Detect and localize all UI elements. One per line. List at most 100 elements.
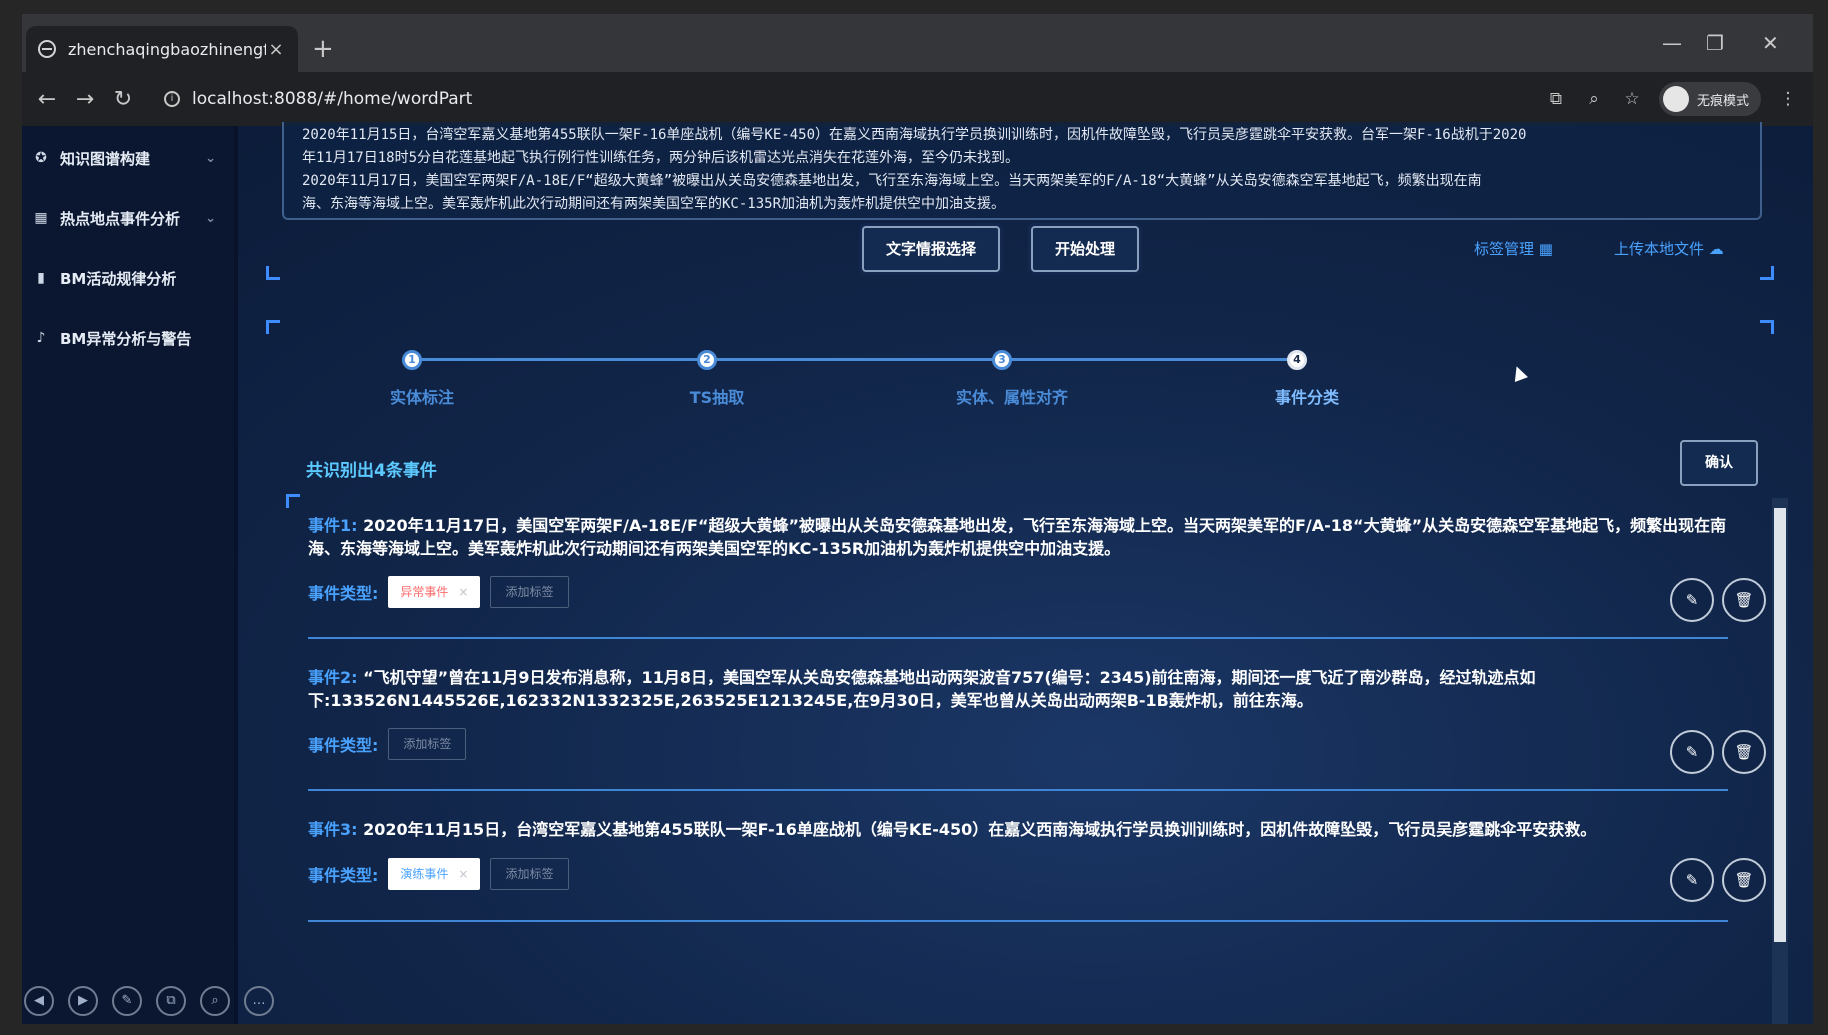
tag-label: 异常事件 [400,585,449,599]
step-dot-3[interactable]: 3 [992,350,1012,370]
upload-link[interactable]: 上传本地文件 ☁ [1614,238,1724,259]
scrollbar-thumb[interactable] [1774,508,1786,942]
event-actions: ✎ 🗑 [1670,578,1766,622]
incognito-badge[interactable]: 无痕模式 [1658,82,1761,116]
event-type-label: 事件类型: [308,866,379,885]
reload-icon[interactable]: ↻ [104,87,142,112]
corner-decoration [266,320,280,334]
browser-tab[interactable]: zhenchaqingbaozhinengfenxi × [26,26,298,72]
event-type-label: 事件类型: [308,584,379,603]
event-item: 事件2: “飞机守望”曾在11月9日发布消息称，11月8日，美国空军从关岛安德森… [308,666,1766,774]
corner-decoration [1760,266,1774,280]
step-dot-1[interactable]: 1 [402,350,422,370]
event-list[interactable]: 事件1: 2020年11月17日，美国空军两架F/A-18E/F“超级大黄蜂”被… [286,494,1788,1024]
grid-icon: ▦ [1538,240,1553,258]
url-text[interactable]: localhost:8088/#/home/wordPart [192,89,472,109]
tag-manage-link[interactable]: 标签管理 ▦ [1474,238,1553,259]
start-process-button[interactable]: 开始处理 [1031,226,1139,272]
step-line [412,358,1297,361]
step-label-3: 实体、属性对齐 [955,388,1068,407]
event-actions: ✎ 🗑 [1670,858,1766,902]
close-tab-icon[interactable]: × [266,39,286,60]
browser-toolbar: ← → ↻ i localhost:8088/#/home/wordPart ⧉… [22,72,1813,126]
menu-icon[interactable]: ⋮ [1777,88,1799,110]
event-type-row: 事件类型: 演练事件 × 添加标签 [308,858,569,890]
corner-decoration [1760,320,1774,334]
event-content: 2020年11月17日，美国空军两架F/A-18E/F“超级大黄蜂”被曝出从关岛… [308,516,1727,558]
tag-manage-label: 标签管理 [1474,240,1535,258]
prev-icon[interactable]: ◀ [24,986,54,1016]
event-separator [308,789,1728,791]
event-actions: ✎ 🗑 [1670,730,1766,774]
annotation-tools: ◀ ▶ ✎ ⧉ ⌕ … [24,986,274,1016]
add-tag-button[interactable]: 添加标签 [490,576,569,608]
add-tag-button[interactable]: 添加标签 [388,728,467,760]
sidebar-item-knowledge-graph[interactable]: ✪ 知识图谱构建 ⌄ [32,138,232,178]
gear-icon: ✪ [35,150,47,166]
step-dot-4[interactable]: 4 [1287,350,1307,370]
source-line: 2020年11月17日，美国空军两架F/A-18E/F“超级大黄蜂”被曝出从关岛… [302,173,1482,189]
step-progress: 1 2 3 4 实体标注 TS抽取 实体、属性对齐 事件分类 [390,350,1339,410]
event-item: 事件3: 2020年11月15日，台湾空军嘉义基地第455联队一架F-16单座战… [308,818,1766,902]
sidebar-item-hotspot[interactable]: ▦ 热点地点事件分析 ⌄ [32,198,232,238]
edit-icon[interactable]: ✎ [1670,578,1714,622]
chevron-down-icon: ⌄ [205,150,216,166]
globe-icon [38,40,56,58]
copy-icon[interactable]: ⧉ [156,986,186,1016]
event-content: 2020年11月15日，台湾空军嘉义基地第455联队一架F-16单座战机（编号K… [363,820,1597,839]
sidebar-item-activity[interactable]: ▮ BM活动规律分析 [32,258,232,298]
minimize-button[interactable]: — [1662,30,1682,56]
chevron-down-icon: ⌄ [205,210,216,226]
source-line: 2020年11月15日，台湾空军嘉义基地第455联队一架F-16单座战机（编号K… [302,127,1527,143]
sidebar-item-anomaly[interactable]: ♪ BM异常分析与警告 [32,318,232,358]
zoom-icon[interactable]: ⌕ [1583,88,1605,110]
sidebar-item-label: BM异常分析与警告 [60,329,192,348]
delete-icon[interactable]: 🗑 [1722,730,1766,774]
grid-icon: ▦ [34,210,48,226]
confirm-button[interactable]: 确认 [1680,440,1758,486]
event-tag[interactable]: 演练事件 × [388,858,481,890]
info-icon[interactable]: i [164,91,180,107]
tag-close-icon[interactable]: × [458,576,468,608]
source-line: 海、东海等海域上空。美军轰炸机此次行动期间还有两架美国空军的KC-135R加油机… [302,196,1005,212]
step-label-4: 事件分类 [1274,388,1339,407]
event-separator [308,920,1728,922]
step-dot-2[interactable]: 2 [697,350,717,370]
delete-icon[interactable]: 🗑 [1722,858,1766,902]
event-type-row: 事件类型: 异常事件 × 添加标签 [308,576,569,608]
event-content: “飞机守望”曾在11月9日发布消息称，11月8日，美国空军从关岛安德森基地出动两… [308,668,1536,710]
cloud-upload-icon: ☁ [1708,240,1724,258]
edit-icon[interactable]: ✎ [1670,858,1714,902]
event-type-row: 事件类型: 添加标签 [308,728,467,760]
event-tag[interactable]: 异常事件 × [388,576,481,608]
scrollbar[interactable] [1772,498,1788,1024]
translate-icon[interactable]: ⧉ [1545,88,1567,110]
new-tab-button[interactable]: + [312,34,334,64]
main-content: 2020年11月15日，台湾空军嘉义基地第455联队一架F-16单座战机（编号K… [262,122,1792,1024]
event-label: 事件2: [308,668,358,687]
close-window-button[interactable]: ✕ [1762,30,1779,56]
add-tag-button[interactable]: 添加标签 [490,858,569,890]
event-count-summary: 共识别出4条事件 [306,461,437,481]
back-arrow-icon[interactable]: ← [28,87,66,112]
sidebar-item-label: 热点地点事件分析 [60,209,181,228]
sidebar-item-label: 知识图谱构建 [60,149,151,168]
restore-button[interactable]: ❐ [1706,30,1724,56]
bell-icon: ♪ [36,330,46,346]
sidebar-item-label: BM活动规律分析 [60,269,177,288]
delete-icon[interactable]: 🗑 [1722,578,1766,622]
source-text-area[interactable]: 2020年11月15日，台湾空军嘉义基地第455联队一架F-16单座战机（编号K… [282,122,1762,220]
incognito-label: 无痕模式 [1696,93,1749,109]
tag-close-icon[interactable]: × [458,858,468,890]
address-bar[interactable]: i localhost:8088/#/home/wordPart [142,81,1672,117]
select-intel-button-visible[interactable]: 文字情报选择 [862,226,1000,272]
pen-icon[interactable]: ✎ [112,986,142,1016]
event-text: 事件3: 2020年11月15日，台湾空军嘉义基地第455联队一架F-16单座战… [308,818,1728,841]
event-label: 事件3: [308,820,358,839]
star-icon[interactable]: ☆ [1621,88,1643,110]
edit-icon[interactable]: ✎ [1670,730,1714,774]
forward-arrow-icon[interactable]: → [66,87,104,112]
upload-label: 上传本地文件 [1614,240,1705,258]
zoom-icon[interactable]: ⌕ [200,986,230,1016]
next-icon[interactable]: ▶ [68,986,98,1016]
